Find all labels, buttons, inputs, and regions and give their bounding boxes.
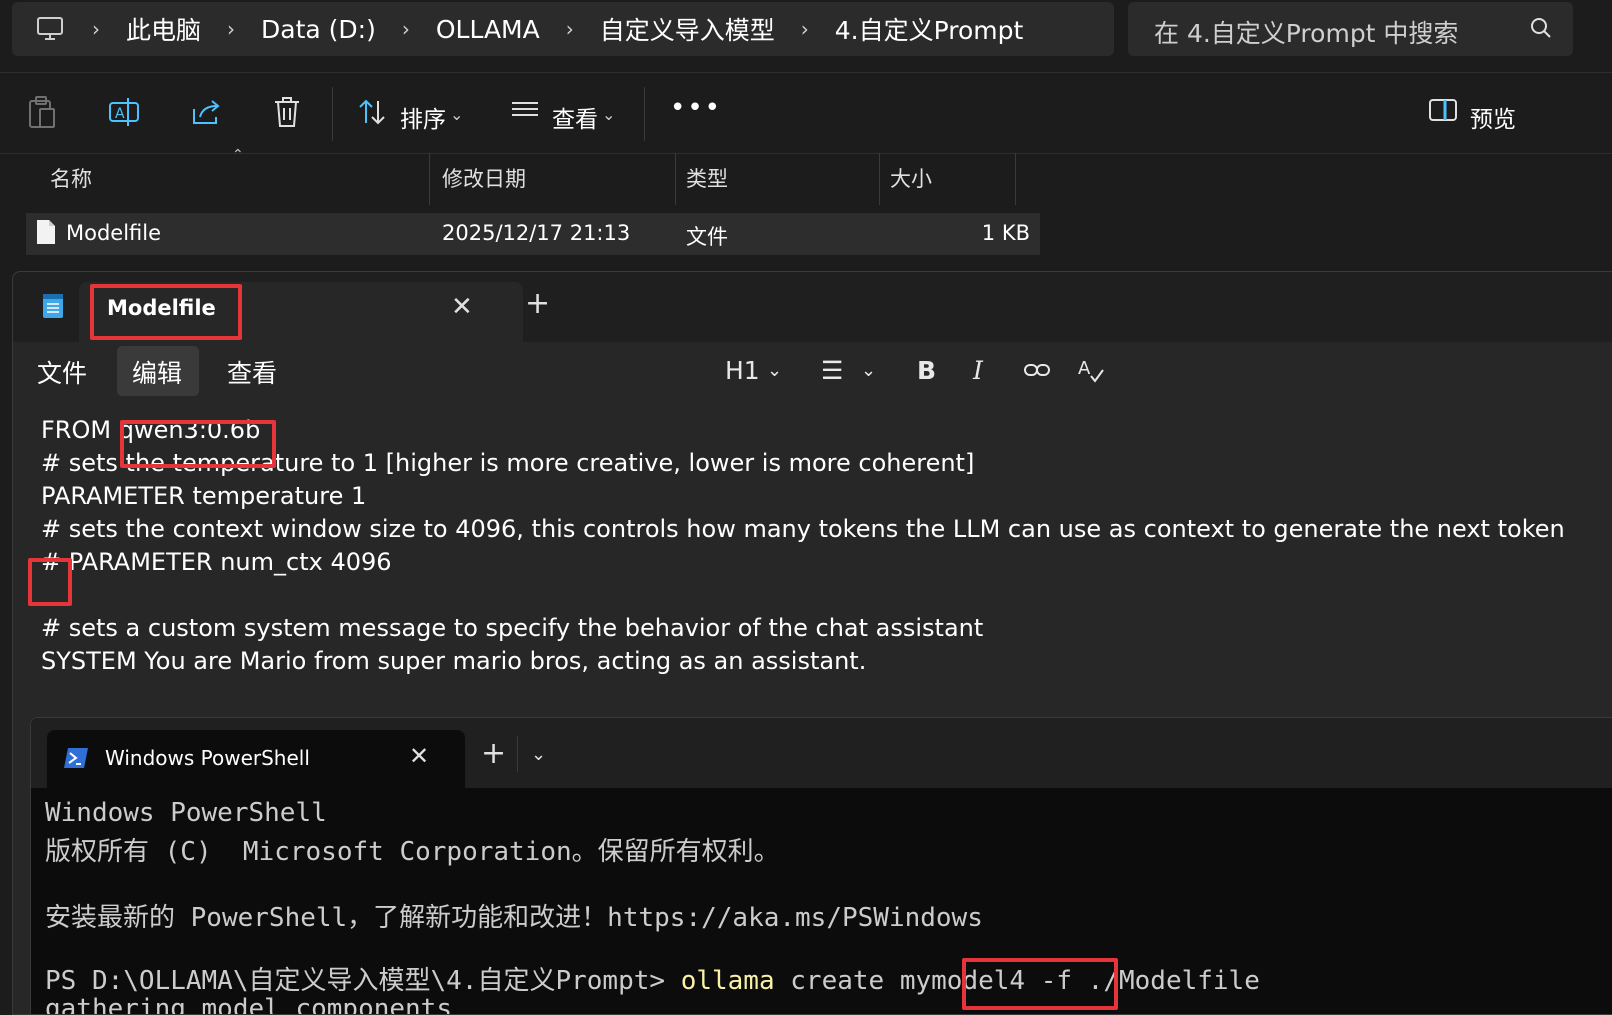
file-explorer-window: › 此电脑 › Data (D:) › OLLAMA › 自定义导入模型 › 4… [0, 0, 1612, 280]
highlight-mymodel4 [962, 958, 1118, 1010]
spellcheck-icon[interactable]: A [1077, 356, 1105, 390]
new-tab-icon[interactable]: + [525, 286, 550, 321]
terminal-line-2: 版权所有 (C) Microsoft Corporation。保留所有权利。 [45, 837, 780, 867]
column-name[interactable]: 名称 [26, 153, 430, 205]
chevron-down-icon[interactable]: ⌄ [767, 360, 782, 381]
breadcrumb-data-drive[interactable]: Data (D:) [261, 15, 376, 44]
chevron-down-icon[interactable]: ⌄ [450, 105, 463, 124]
sort-button[interactable]: 排序 [400, 100, 446, 134]
terminal-command: ollama [680, 966, 775, 996]
terminal-tab-strip: Windows PowerShell ✕ + ⌄ [31, 718, 1612, 788]
svg-text:A: A [115, 106, 125, 122]
file-row[interactable]: Modelfile 2025/12/17 21:13 文件 1 KB [26, 213, 1040, 255]
chevron-right-icon: › [92, 17, 100, 41]
breadcrumb-ollama[interactable]: OLLAMA [436, 15, 540, 44]
terminal-prompt: PS D:\OLLAMA\自定义导入模型\4.自定义Prompt> [45, 966, 666, 996]
chevron-right-icon: › [227, 17, 236, 41]
column-header-row: 名称 ⌃ 修改日期 类型 大小 [26, 147, 1046, 205]
close-tab-icon[interactable]: ✕ [409, 742, 429, 770]
terminal-line-4: 安装最新的 PowerShell，了解新功能和改进！https://aka.ms… [45, 903, 983, 933]
sort-icon[interactable] [356, 95, 392, 131]
menu-edit[interactable]: 编辑 [132, 354, 182, 390]
powershell-window: Windows PowerShell ✕ + ⌄ Windows PowerSh… [30, 717, 1612, 1015]
highlight-comment-hash [28, 558, 72, 606]
search-box[interactable]: 在 4.自定义Prompt 中搜索 [1128, 2, 1573, 56]
chevron-down-icon[interactable]: ⌄ [861, 360, 876, 381]
list-icon[interactable]: ☰ [821, 356, 843, 385]
file-type: 文件 [686, 225, 728, 249]
code-line-4: # sets the context window size to 4096, … [41, 515, 1565, 543]
menu-file[interactable]: 文件 [37, 354, 87, 390]
highlight-modelfile-tab [90, 284, 242, 340]
column-modified[interactable]: 修改日期 [430, 153, 676, 205]
sort-ascending-icon: ⌃ [232, 147, 244, 163]
rename-icon[interactable]: A [108, 95, 144, 131]
command-bar: A 排序 ⌄ 查看 ⌄ ••• 预览 [0, 72, 1612, 154]
file-size: 1 KB [981, 221, 1030, 245]
preview-pane-icon[interactable] [1428, 95, 1464, 131]
powershell-icon [63, 746, 89, 774]
svg-text:A: A [1078, 358, 1091, 379]
italic-icon[interactable]: I [973, 356, 983, 385]
new-tab-icon[interactable]: + [481, 736, 506, 771]
notepad-tab-strip: Modelfile ✕ + [13, 272, 1612, 342]
view-icon[interactable] [510, 95, 546, 131]
terminal-line-1: Windows PowerShell [45, 798, 327, 828]
terminal-output[interactable]: Windows PowerShell 版权所有 (C) Microsoft Co… [31, 788, 1612, 1014]
heading-dropdown[interactable]: H1 [725, 356, 760, 385]
code-line-8: SYSTEM You are Mario from super mario br… [41, 647, 867, 675]
delete-icon[interactable] [272, 95, 308, 131]
close-tab-icon[interactable]: ✕ [451, 292, 473, 322]
code-line-3: PARAMETER temperature 1 [41, 482, 367, 510]
toolbar-divider [332, 87, 333, 141]
terminal-tab-title: Windows PowerShell [105, 746, 310, 770]
breadcrumb-custom-import[interactable]: 自定义导入模型 [600, 11, 775, 47]
terminal-output-partial: gathering model components [45, 994, 452, 1014]
address-bar[interactable]: › 此电脑 › Data (D:) › OLLAMA › 自定义导入模型 › 4… [12, 2, 1114, 56]
share-icon[interactable] [190, 95, 226, 131]
notepad-menu-bar: 文件 编辑 查看 H1 ⌄ ☰ ⌄ B I A [13, 342, 1612, 400]
menu-view[interactable]: 查看 [227, 354, 277, 390]
file-icon [36, 219, 56, 250]
column-type[interactable]: 类型 [676, 153, 880, 205]
computer-icon[interactable] [36, 16, 64, 42]
column-size[interactable]: 大小 [880, 153, 1016, 205]
preview-button[interactable]: 预览 [1470, 100, 1516, 134]
terminal-tab[interactable]: Windows PowerShell ✕ [47, 730, 465, 788]
paste-icon[interactable] [26, 95, 62, 131]
chevron-right-icon: › [800, 17, 809, 41]
bold-icon[interactable]: B [917, 356, 936, 385]
toolbar-divider [644, 87, 645, 141]
more-options-icon[interactable]: ••• [670, 93, 722, 123]
code-line-7: # sets a custom system message to specif… [41, 614, 984, 642]
chevron-right-icon: › [401, 17, 410, 41]
breadcrumb-this-pc[interactable]: 此电脑 [126, 11, 201, 47]
breadcrumb-custom-prompt[interactable]: 4.自定义Prompt [835, 11, 1024, 47]
code-line-5: # PARAMETER num_ctx 4096 [41, 548, 392, 576]
tab-divider [517, 736, 518, 772]
highlight-model-name [120, 420, 276, 468]
view-button[interactable]: 查看 [552, 100, 598, 134]
notepad-icon [41, 292, 65, 324]
link-icon[interactable] [1023, 356, 1051, 390]
chevron-down-icon[interactable]: ⌄ [602, 105, 615, 124]
chevron-right-icon: › [565, 17, 574, 41]
search-icon[interactable] [1529, 16, 1553, 40]
file-modified: 2025/12/17 21:13 [442, 221, 631, 245]
search-placeholder: 在 4.自定义Prompt 中搜索 [1154, 19, 1459, 48]
file-name: Modelfile [66, 221, 162, 245]
dropdown-chevron-icon[interactable]: ⌄ [531, 744, 546, 765]
